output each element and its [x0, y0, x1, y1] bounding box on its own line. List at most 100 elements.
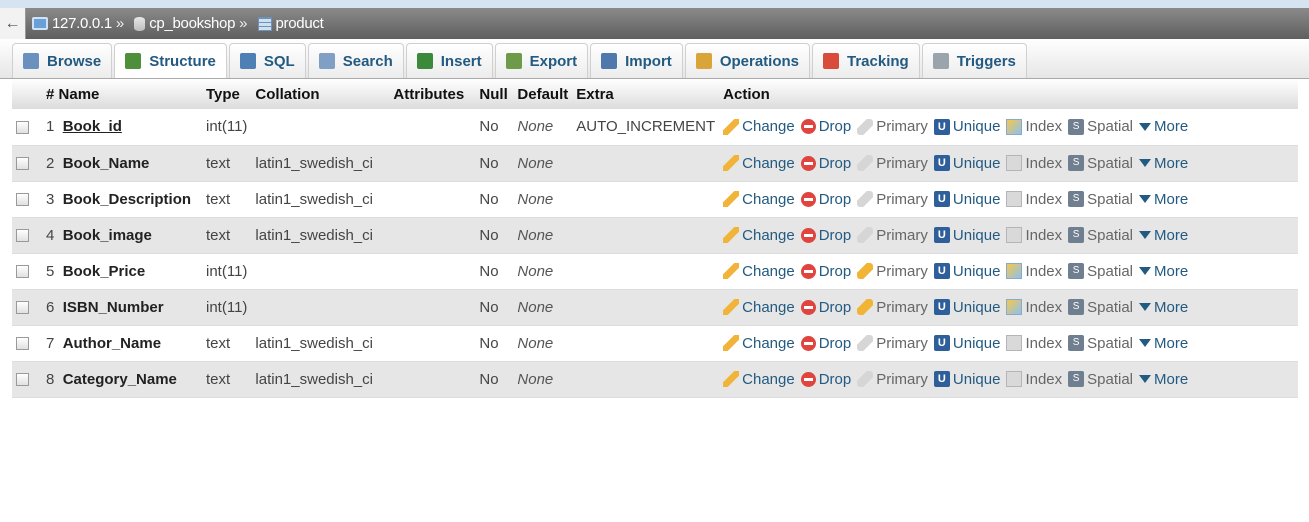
unique-icon: U [933, 335, 950, 351]
more-dropdown[interactable]: More [1139, 263, 1188, 280]
more-dropdown[interactable]: More [1139, 118, 1188, 135]
row-checkbox[interactable] [16, 373, 29, 387]
more-dropdown[interactable]: More [1139, 371, 1188, 388]
tab-operations[interactable]: Operations [684, 43, 810, 78]
spatial-link-label: Spatial [1087, 154, 1134, 172]
breadcrumb-database[interactable]: cp_bookshop [134, 15, 235, 32]
index-link[interactable]: Index [1006, 118, 1062, 135]
index-link[interactable]: Index [1006, 299, 1062, 316]
default-cell: None [513, 289, 573, 325]
index-link[interactable]: Index [1006, 227, 1062, 244]
drop-link[interactable]: Drop [800, 263, 851, 280]
tab-search[interactable]: Search [307, 43, 404, 78]
spatial-link[interactable]: S Spatial [1068, 227, 1133, 244]
unique-link[interactable]: U Unique [933, 263, 1000, 280]
index-link[interactable]: Index [1006, 263, 1062, 280]
col-null[interactable]: Null [475, 79, 514, 109]
attributes-cell [389, 289, 476, 325]
row-checkbox[interactable] [16, 265, 29, 279]
row-checkbox[interactable] [16, 193, 29, 207]
breadcrumb-database-label[interactable]: cp_bookshop [149, 15, 235, 32]
breadcrumb-server[interactable]: 127.0.0.1 [32, 15, 112, 32]
change-link[interactable]: Change [723, 118, 795, 135]
change-link[interactable]: Change [723, 263, 795, 280]
index-link[interactable]: Index [1006, 155, 1062, 172]
change-link[interactable]: Change [723, 191, 795, 208]
row-checkbox[interactable] [16, 120, 29, 134]
drop-link[interactable]: Drop [800, 299, 851, 316]
tab-sql[interactable]: SQL [228, 43, 306, 78]
more-dropdown[interactable]: More [1139, 335, 1188, 352]
more-dropdown[interactable]: More [1139, 227, 1188, 244]
drop-link[interactable]: Drop [800, 335, 851, 352]
spatial-link[interactable]: S Spatial [1068, 299, 1133, 316]
tab-triggers[interactable]: Triggers [921, 43, 1027, 78]
tab-browse[interactable]: Browse [12, 43, 113, 78]
change-link[interactable]: Change [723, 335, 795, 352]
index-link[interactable]: Index [1006, 191, 1062, 208]
spatial-link[interactable]: S Spatial [1068, 335, 1133, 352]
row-checkbox[interactable] [16, 157, 29, 171]
drop-link[interactable]: Drop [800, 191, 851, 208]
spatial-link[interactable]: S Spatial [1068, 191, 1133, 208]
change-link[interactable]: Change [723, 227, 795, 244]
unique-link[interactable]: U Unique [933, 118, 1000, 135]
spatial-link[interactable]: S Spatial [1068, 263, 1133, 280]
col-type[interactable]: Type [202, 79, 252, 109]
change-link-label: Change [742, 154, 795, 172]
pencil-icon [723, 299, 740, 315]
unique-link[interactable]: U Unique [933, 155, 1000, 172]
col-name[interactable]: # Name [42, 79, 202, 109]
spatial-link-label: Spatial [1087, 298, 1134, 316]
row-checkbox[interactable] [16, 337, 29, 351]
col-collation[interactable]: Collation [251, 79, 390, 109]
primary-link[interactable]: Primary [857, 118, 928, 135]
index-link[interactable]: Index [1006, 371, 1062, 388]
spatial-link[interactable]: S Spatial [1068, 155, 1133, 172]
drop-link[interactable]: Drop [800, 227, 851, 244]
index-link[interactable]: Index [1006, 335, 1062, 352]
key-icon [857, 335, 874, 351]
primary-link[interactable]: Primary [857, 371, 928, 388]
unique-link[interactable]: U Unique [933, 227, 1000, 244]
tab-export[interactable]: Export [494, 43, 589, 78]
row-checkbox[interactable] [16, 229, 29, 243]
tab-tracking[interactable]: Tracking [812, 43, 920, 78]
primary-link-label: Primary [876, 154, 928, 172]
drop-link[interactable]: Drop [800, 118, 851, 135]
change-link[interactable]: Change [723, 299, 795, 316]
primary-link[interactable]: Primary [857, 299, 928, 316]
change-link[interactable]: Change [723, 371, 795, 388]
tab-structure[interactable]: Structure [114, 43, 227, 78]
tab-label: Operations [719, 52, 799, 70]
primary-link[interactable]: Primary [857, 191, 928, 208]
drop-link[interactable]: Drop [800, 155, 851, 172]
more-dropdown[interactable]: More [1139, 299, 1188, 316]
col-extra[interactable]: Extra [572, 79, 720, 109]
drop-link[interactable]: Drop [800, 371, 851, 388]
primary-link[interactable]: Primary [857, 335, 928, 352]
spatial-link[interactable]: S Spatial [1068, 371, 1133, 388]
unique-link[interactable]: U Unique [933, 299, 1000, 316]
more-dropdown[interactable]: More [1139, 155, 1188, 172]
primary-link[interactable]: Primary [857, 155, 928, 172]
col-default[interactable]: Default [513, 79, 573, 109]
tab-import[interactable]: Import [590, 43, 683, 78]
more-dropdown[interactable]: More [1139, 191, 1188, 208]
row-checkbox[interactable] [16, 301, 29, 315]
change-link[interactable]: Change [723, 155, 795, 172]
unique-link[interactable]: U Unique [933, 335, 1000, 352]
primary-link[interactable]: Primary [857, 263, 928, 280]
col-attributes[interactable]: Attributes [389, 79, 476, 109]
unique-link[interactable]: U Unique [933, 371, 1000, 388]
tab-insert[interactable]: Insert [405, 43, 493, 78]
unique-link[interactable]: U Unique [933, 191, 1000, 208]
breadcrumb-table[interactable]: product [257, 15, 324, 32]
primary-link[interactable]: Primary [857, 227, 928, 244]
row-checkbox-cell [12, 145, 42, 181]
breadcrumb-table-label[interactable]: product [276, 15, 324, 32]
spatial-link[interactable]: S Spatial [1068, 118, 1133, 135]
breadcrumb-server-label[interactable]: 127.0.0.1 [52, 15, 112, 32]
back-arrow-icon[interactable]: ← [0, 8, 26, 39]
spatial-link-label: Spatial [1087, 190, 1134, 208]
